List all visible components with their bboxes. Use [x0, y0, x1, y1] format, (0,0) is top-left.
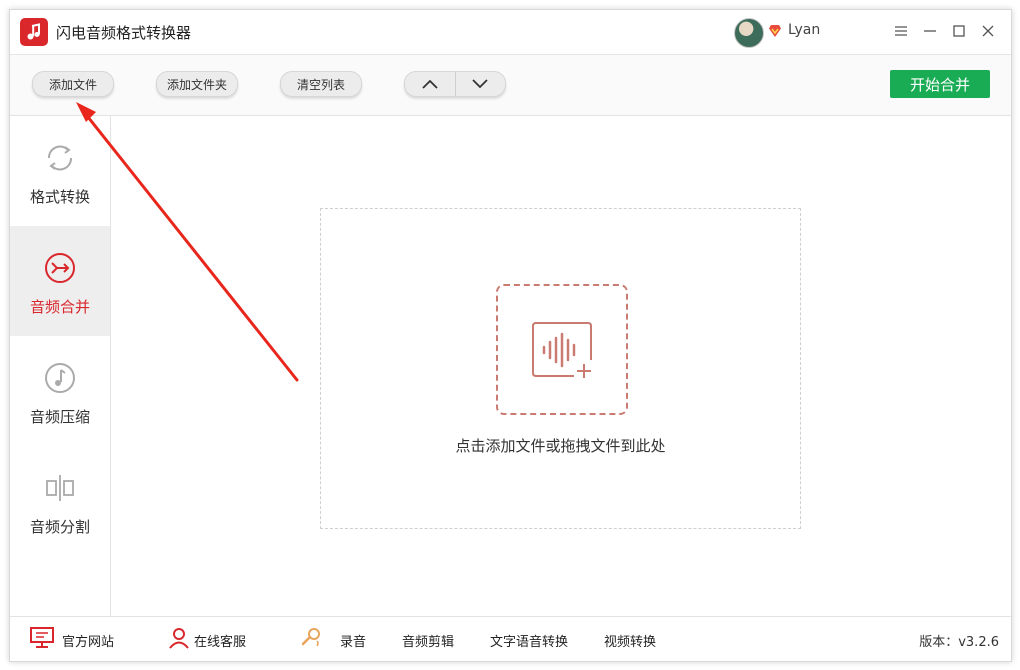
move-up-button[interactable]	[405, 72, 455, 96]
add-folder-button[interactable]: 添加文件夹	[156, 71, 238, 97]
clear-list-button[interactable]: 清空列表	[280, 71, 362, 97]
sidebar-item-label: 音频压缩	[29, 408, 90, 426]
file-drop-zone[interactable]: 点击添加文件或拖拽文件到此处	[320, 208, 801, 529]
user-name[interactable]: Lyan	[788, 22, 820, 38]
maximize-icon[interactable]	[948, 20, 970, 42]
sidebar-item-format-convert[interactable]: 格式转换	[10, 116, 110, 226]
split-icon	[46, 475, 74, 501]
online-support-link[interactable]: 在线客服	[194, 631, 246, 650]
menu-icon[interactable]	[890, 20, 912, 42]
drop-hint: 点击添加文件或拖拽文件到此处	[455, 437, 666, 455]
add-audio-button[interactable]	[496, 284, 628, 415]
app-logo-icon	[20, 18, 48, 46]
toolbar: 添加文件 添加文件夹 清空列表 开始合并	[10, 55, 1011, 115]
official-website-link[interactable]: 官方网站	[62, 631, 114, 650]
vip-badge-icon	[769, 25, 781, 37]
video-convert-link[interactable]: 视频转换	[604, 631, 656, 650]
chevron-up-icon	[422, 79, 438, 89]
start-merge-button[interactable]: 开始合并	[890, 70, 990, 98]
version-label: 版本：v3.2.6	[919, 635, 999, 650]
monitor-icon	[30, 627, 54, 648]
avatar[interactable]	[734, 18, 764, 48]
bottom-bar: 官方网站 在线客服 录音 音频剪辑 文字语音转换 视频转换 版本：v3.2.6	[10, 617, 1011, 661]
title-bar: 闪电音频格式转换器 Lyan	[10, 10, 1011, 54]
sidebar-item-label: 音频合并	[29, 298, 90, 316]
divider	[10, 115, 1011, 116]
text-to-speech-link[interactable]: 文字语音转换	[490, 631, 568, 650]
move-down-button[interactable]	[456, 72, 506, 96]
close-icon[interactable]	[977, 20, 999, 42]
audio-add-icon	[532, 322, 592, 378]
reorder-buttons	[404, 71, 506, 97]
app-title: 闪电音频格式转换器	[56, 24, 192, 42]
merge-icon	[45, 253, 75, 283]
chevron-down-icon	[472, 79, 488, 89]
sidebar-item-audio-split[interactable]: 音频分割	[10, 446, 110, 556]
record-link[interactable]: 录音	[340, 631, 366, 650]
sidebar-item-label: 格式转换	[29, 188, 90, 206]
sidebar-item-audio-merge[interactable]: 音频合并	[10, 226, 110, 336]
music-note-icon	[45, 363, 75, 393]
user-icon	[169, 628, 189, 649]
app-window: 闪电音频格式转换器 Lyan 添加文件 添加文件夹 清空列表 开始合并 格式转换…	[9, 9, 1012, 662]
minimize-icon[interactable]	[919, 20, 941, 42]
sidebar-item-audio-compress[interactable]: 音频压缩	[10, 336, 110, 446]
add-file-button[interactable]: 添加文件	[32, 71, 114, 97]
audio-edit-link[interactable]: 音频剪辑	[402, 631, 454, 650]
sidebar: 格式转换 音频合并 音频压缩 音频分割	[10, 116, 111, 616]
sidebar-item-label: 音频分割	[29, 518, 90, 536]
microphone-icon	[301, 628, 320, 647]
refresh-icon	[47, 145, 73, 171]
